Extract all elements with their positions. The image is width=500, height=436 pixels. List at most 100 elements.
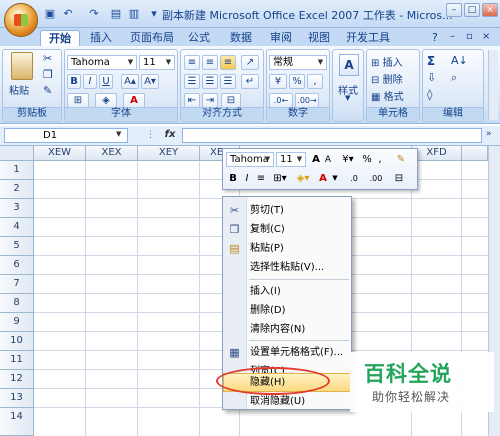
copy-icon[interactable]: ❐ (43, 68, 53, 81)
print-preview-icon[interactable]: ▤ (108, 6, 124, 21)
tab-home[interactable]: 开始 (40, 30, 80, 46)
mini-font-color-button[interactable]: A (317, 172, 329, 186)
find-select-icon[interactable]: ⌕ (451, 71, 457, 85)
mini-merge-cells-icon[interactable]: ⊟ (391, 172, 407, 186)
menu-item-clear-contents[interactable]: 清除内容(N) (223, 320, 351, 339)
row-header[interactable]: 6 (0, 256, 34, 275)
italic-button[interactable]: I (83, 74, 97, 89)
tab-formulas[interactable]: 公式 (180, 30, 218, 46)
formula-input[interactable] (182, 128, 482, 143)
fill-icon[interactable]: ⇩ (427, 71, 436, 84)
percent-button[interactable]: % (289, 74, 305, 89)
align-middle-icon[interactable]: ≡ (202, 55, 218, 70)
formula-bar-splitter-icon[interactable]: ⋮ (146, 130, 155, 140)
save-icon[interactable]: ▣ (42, 6, 58, 21)
sort-filter-icon[interactable]: A↓ (451, 54, 468, 67)
align-top-icon[interactable]: ≡ (184, 55, 200, 70)
orientation-icon[interactable]: ↗ (241, 55, 259, 70)
underline-button[interactable]: U (99, 74, 113, 89)
currency-icon[interactable]: ¥ (269, 74, 287, 89)
menu-item-paste[interactable]: ▤ 粘贴(P) (223, 239, 351, 258)
format-painter-icon[interactable]: ✎ (43, 84, 52, 97)
menu-item-paste-special[interactable]: 选择性粘贴(V)... (223, 258, 351, 277)
increase-decimal-icon[interactable]: .0← (269, 93, 293, 108)
row-header[interactable]: 7 (0, 275, 34, 294)
comma-button[interactable]: , (307, 74, 323, 89)
mini-font-size-combo[interactable]: 11 ▼ (276, 152, 306, 167)
chevron-down-icon[interactable]: ▼ (116, 130, 121, 138)
bold-button[interactable]: B (67, 74, 81, 89)
redo-icon[interactable]: ↷ (86, 6, 102, 21)
mini-fill-color-icon[interactable]: ◈▾ (293, 172, 313, 186)
menu-item-copy[interactable]: ❐ 复制(C) (223, 220, 351, 239)
font-size-combo[interactable]: 11 ▼ (139, 55, 175, 70)
align-left-icon[interactable]: ☰ (184, 74, 200, 89)
font-color-button[interactable]: A (123, 93, 145, 108)
decrease-decimal-icon[interactable]: .00→ (295, 93, 319, 108)
menu-item-delete[interactable]: 删除(D) (223, 301, 351, 320)
open-icon[interactable]: ▥ (126, 6, 142, 21)
insert-cells-button[interactable]: ⊞ 插入 (371, 54, 403, 69)
mini-decrease-decimal-button[interactable]: .00 (365, 172, 387, 186)
expand-formula-icon[interactable]: » (486, 129, 492, 139)
mini-grow-font-button[interactable]: A (311, 153, 321, 167)
align-right-icon[interactable]: ☰ (220, 74, 236, 89)
column-header[interactable]: XEY (138, 146, 200, 161)
row-header[interactable]: 2 (0, 180, 34, 199)
mini-italic-button[interactable]: I (241, 172, 253, 186)
menu-item-format-cells[interactable]: ▦ 设置单元格格式(F)... (223, 343, 351, 362)
workbook-close-icon[interactable]: × (482, 31, 490, 42)
fill-color-icon[interactable]: ◈ (95, 93, 117, 108)
wrap-text-icon[interactable]: ↵ (241, 74, 259, 89)
select-all-corner[interactable] (0, 146, 34, 161)
shrink-font-button[interactable]: A▾ (141, 74, 159, 89)
row-header[interactable]: 5 (0, 237, 34, 256)
mini-percent-button[interactable]: % (361, 153, 373, 167)
chevron-down-icon[interactable]: ▼ (331, 172, 339, 186)
mini-comma-button[interactable]: , (375, 153, 385, 167)
menu-item-cut[interactable]: ✂ 剪切(T) (223, 201, 351, 220)
ribbon-scroll[interactable] (488, 50, 498, 120)
row-header[interactable]: 13 (0, 389, 34, 408)
menu-item-unhide[interactable]: 取消隐藏(U) (223, 392, 351, 411)
borders-icon[interactable]: ⊞ (67, 93, 89, 108)
number-format-combo[interactable]: 常规 ▼ (269, 55, 327, 70)
tab-insert[interactable]: 插入 (82, 30, 120, 46)
mini-increase-decimal-button[interactable]: .0 (345, 172, 363, 186)
close-button[interactable]: × (482, 3, 498, 17)
mini-format-painter-icon[interactable]: ✎ (393, 153, 409, 167)
delete-cells-button[interactable]: ⊟ 删除 (371, 71, 403, 86)
row-header[interactable]: 4 (0, 218, 34, 237)
mini-bold-button[interactable]: B (227, 172, 239, 186)
tab-view[interactable]: 视图 (300, 30, 338, 46)
increase-indent-icon[interactable]: ⇥ (202, 93, 218, 108)
mini-align-center-icon[interactable]: ≡ (255, 172, 267, 186)
column-header[interactable]: XEW (34, 146, 86, 161)
mini-shrink-font-button[interactable]: A (323, 154, 333, 168)
name-box[interactable]: D1 (4, 128, 128, 143)
column-header[interactable]: XFD (412, 146, 462, 161)
row-header[interactable]: 12 (0, 370, 34, 389)
undo-icon[interactable]: ↶ (60, 6, 76, 21)
paste-icon[interactable] (11, 52, 33, 80)
mini-borders-icon[interactable]: ⊞▾ (271, 172, 289, 186)
row-header[interactable]: 10 (0, 332, 34, 351)
clear-icon[interactable]: ◊ (427, 88, 432, 101)
font-family-combo[interactable]: Tahoma ▼ (67, 55, 137, 70)
ribbon-minimize-icon[interactable]: – (450, 31, 455, 42)
help-icon[interactable]: ? (432, 31, 438, 44)
menu-item-insert[interactable]: 插入(I) (223, 282, 351, 301)
tab-data[interactable]: 数据 (222, 30, 260, 46)
office-button[interactable] (4, 3, 38, 37)
cut-icon[interactable]: ✂ (43, 52, 52, 65)
tab-page-layout[interactable]: 页面布局 (122, 30, 182, 46)
column-header[interactable]: XEX (86, 146, 138, 161)
tab-review[interactable]: 审阅 (262, 30, 300, 46)
merge-center-icon[interactable]: ⊟ (221, 93, 241, 108)
tab-developer[interactable]: 开发工具 (338, 30, 398, 46)
format-cells-button[interactable]: ▦ 格式 (371, 88, 404, 103)
decrease-indent-icon[interactable]: ⇤ (184, 93, 200, 108)
row-header[interactable]: 1 (0, 161, 34, 180)
grow-font-button[interactable]: A▴ (121, 74, 139, 89)
row-header[interactable]: 3 (0, 199, 34, 218)
